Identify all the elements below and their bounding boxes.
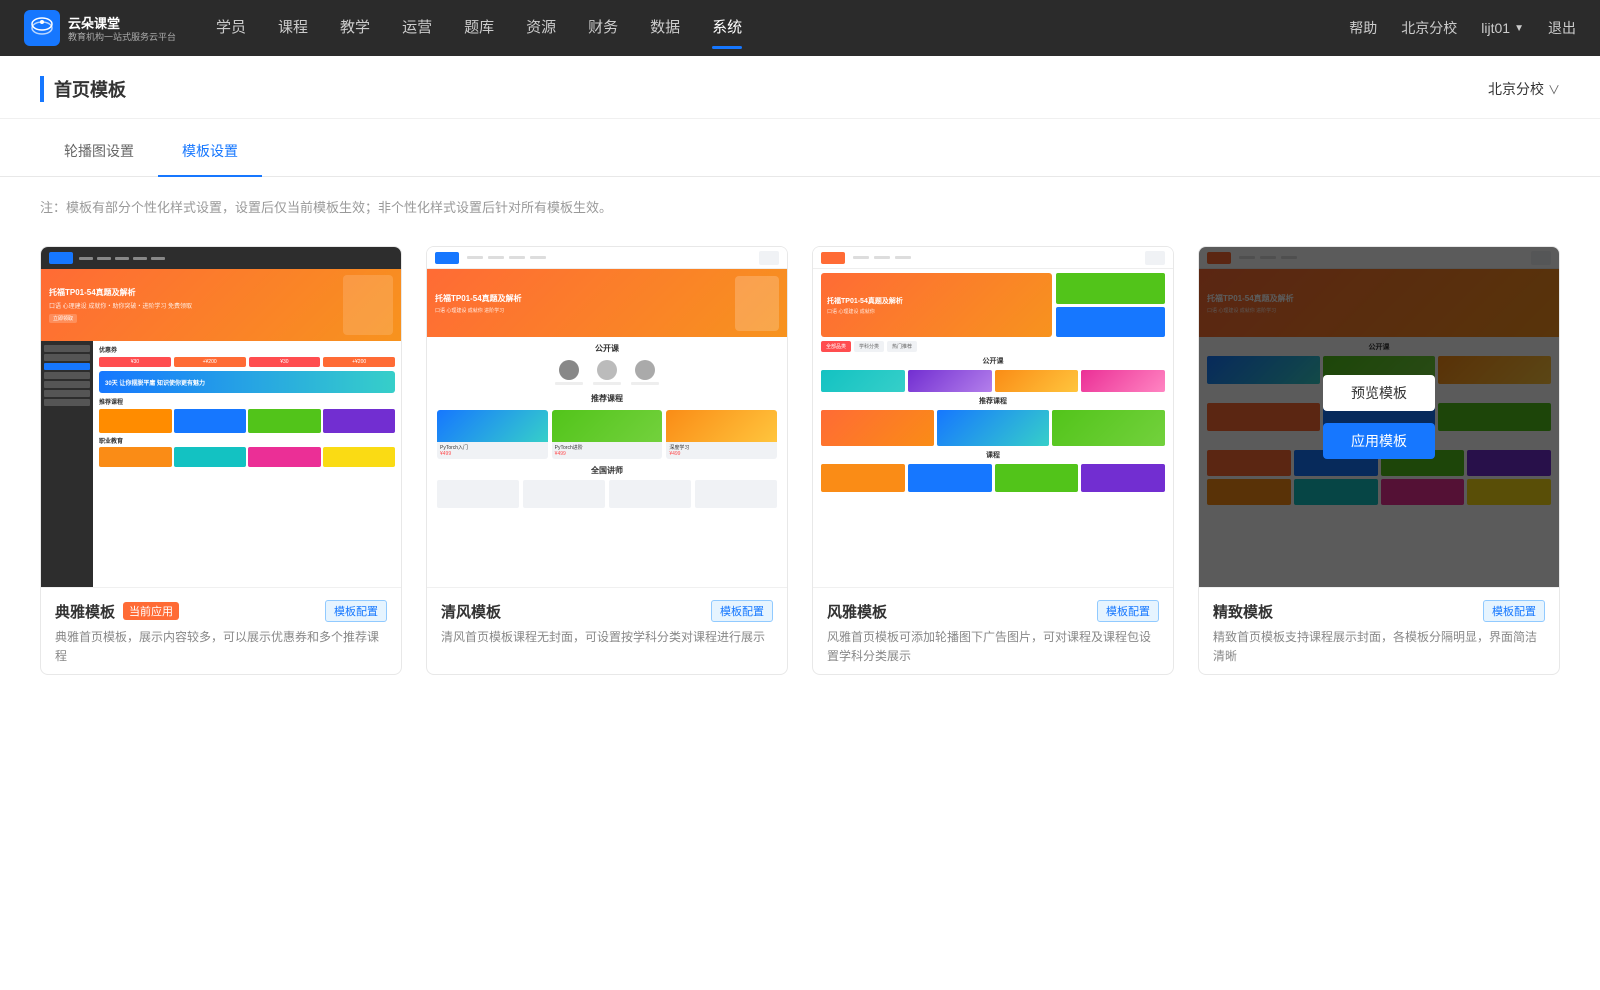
branch-selector-label: 北京分校 xyxy=(1488,79,1544,99)
card-desc-qingfeng: 清风首页模板课程无封面，可设置按学科分类对课程进行展示 xyxy=(441,628,773,647)
branch-link[interactable]: 北京分校 xyxy=(1401,18,1457,38)
nav-item-finance[interactable]: 财务 xyxy=(588,16,618,41)
logo[interactable]: 云朵课堂 教育机构一站式服务云平台 xyxy=(24,10,176,46)
page-title: 首页模板 xyxy=(40,76,126,102)
config-btn-jingzhi[interactable]: 模板配置 xyxy=(1483,600,1545,622)
card-desc-diya: 典雅首页模板，展示内容较多，可以展示优惠券和多个推荐课程 xyxy=(55,628,387,666)
template-card-qingfeng[interactable]: 托福TP01-54真题及解析 口语 心理建设 成就你 进阶学习 公开课 xyxy=(426,246,788,675)
branch-selector[interactable]: 北京分校 ∨ xyxy=(1488,79,1560,99)
card-name-qingfeng: 清风模板 xyxy=(441,601,501,622)
template-preview-diya: 托福TP01-54真题及解析 口语 心理建设 成就你・助你突破・进阶学习 免费领… xyxy=(41,247,401,587)
nav-item-data[interactable]: 数据 xyxy=(650,16,680,41)
card-footer-qingfeng: 清风模板 模板配置 清风首页模板课程无封面，可设置按学科分类对课程进行展示 xyxy=(427,587,787,655)
config-btn-fengya[interactable]: 模板配置 xyxy=(1097,600,1159,622)
navbar: 云朵课堂 教育机构一站式服务云平台 学员 课程 教学 运营 题库 资源 财务 数… xyxy=(0,0,1600,56)
user-menu[interactable]: lijt01 ▼ xyxy=(1481,20,1524,36)
tab-template[interactable]: 模板设置 xyxy=(158,127,262,177)
card-footer-diya: 典雅模板 当前应用 模板配置 典雅首页模板，展示内容较多，可以展示优惠券和多个推… xyxy=(41,587,401,674)
page-header: 首页模板 北京分校 ∨ xyxy=(0,56,1600,119)
tab-carousel[interactable]: 轮播图设置 xyxy=(40,127,158,177)
logo-subtitle: 教育机构一站式服务云平台 xyxy=(68,32,176,44)
note-text: 注：模板有部分个性化样式设置，设置后仅当前模板生效；非个性化样式设置后针对所有模… xyxy=(0,177,1600,226)
navbar-right: 帮助 北京分校 lijt01 ▼ 退出 xyxy=(1349,18,1576,38)
template-preview-jingzhi: 托福TP01-54真题及解析 口语 心理建设 成就你 进阶学习 公开课 推荐课程 xyxy=(1199,247,1559,587)
nav-item-operation[interactable]: 运营 xyxy=(402,16,432,41)
badge-current-diya: 当前应用 xyxy=(123,602,179,620)
templates-grid: 托福TP01-54真题及解析 口语 心理建设 成就你・助你突破・进阶学习 免费领… xyxy=(0,226,1600,715)
config-btn-diya[interactable]: 模板配置 xyxy=(325,600,387,622)
card-name-diya: 典雅模板 xyxy=(55,601,115,622)
nav-item-course[interactable]: 课程 xyxy=(278,16,308,41)
logo-icon xyxy=(24,10,60,46)
card-name-fengya: 风雅模板 xyxy=(827,601,887,622)
template-preview-qingfeng: 托福TP01-54真题及解析 口语 心理建设 成就你 进阶学习 公开课 xyxy=(427,247,787,587)
config-btn-qingfeng[interactable]: 模板配置 xyxy=(711,600,773,622)
user-chevron-icon: ▼ xyxy=(1514,23,1524,34)
card-name-jingzhi: 精致模板 xyxy=(1213,601,1273,622)
nav-item-student[interactable]: 学员 xyxy=(216,16,246,41)
logo-name: 云朵课堂 xyxy=(68,13,176,32)
logout-link[interactable]: 退出 xyxy=(1548,18,1576,38)
username-label: lijt01 xyxy=(1481,20,1510,36)
card-footer-fengya: 风雅模板 模板配置 风雅首页模板可添加轮播图下广告图片，可对课程及课程包设置学科… xyxy=(813,587,1173,674)
nav-item-system[interactable]: 系统 xyxy=(712,16,742,41)
template-card-fengya[interactable]: 托福TP01-54真题及解析 口语 心理建设 成就你 全部品类 学科分类 xyxy=(812,246,1174,675)
nav-menu: 学员 课程 教学 运营 题库 资源 财务 数据 系统 xyxy=(216,16,1349,41)
nav-item-teaching[interactable]: 教学 xyxy=(340,16,370,41)
card-footer-jingzhi: 精致模板 模板配置 精致首页模板支持课程展示封面，各模板分隔明显，界面简洁清晰 xyxy=(1199,587,1559,674)
template-overlay-jingzhi: 预览模板 应用模板 xyxy=(1199,247,1559,587)
card-desc-fengya: 风雅首页模板可添加轮播图下广告图片，可对课程及课程包设置学科分类展示 xyxy=(827,628,1159,666)
template-card-jingzhi[interactable]: 托福TP01-54真题及解析 口语 心理建设 成就你 进阶学习 公开课 推荐课程 xyxy=(1198,246,1560,675)
template-card-diya[interactable]: 托福TP01-54真题及解析 口语 心理建设 成就你・助你突破・进阶学习 免费领… xyxy=(40,246,402,675)
nav-item-resource[interactable]: 资源 xyxy=(526,16,556,41)
apply-template-btn[interactable]: 应用模板 xyxy=(1323,423,1435,459)
branch-chevron-icon: ∨ xyxy=(1548,81,1560,98)
tabs-bar: 轮播图设置 模板设置 xyxy=(0,127,1600,177)
page-content: 首页模板 北京分校 ∨ 轮播图设置 模板设置 注：模板有部分个性化样式设置，设置… xyxy=(0,56,1600,990)
help-link[interactable]: 帮助 xyxy=(1349,18,1377,38)
preview-template-btn[interactable]: 预览模板 xyxy=(1323,375,1435,411)
nav-item-question[interactable]: 题库 xyxy=(464,16,494,41)
card-desc-jingzhi: 精致首页模板支持课程展示封面，各模板分隔明显，界面简洁清晰 xyxy=(1213,628,1545,666)
template-preview-fengya: 托福TP01-54真题及解析 口语 心理建设 成就你 全部品类 学科分类 xyxy=(813,247,1173,587)
